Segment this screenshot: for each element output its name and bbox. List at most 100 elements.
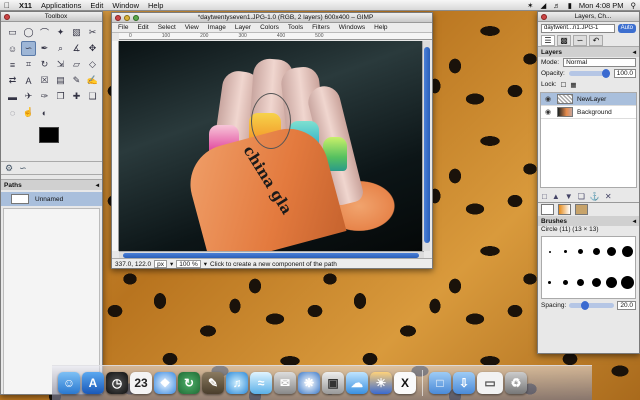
iphoto-icon[interactable]: ☀ xyxy=(370,372,392,394)
rect-select-tool-icon[interactable]: ▭ xyxy=(5,25,20,40)
foreground-color-swatch[interactable] xyxy=(39,127,59,143)
brush-preset[interactable] xyxy=(621,246,633,258)
menu-windows[interactable]: Windows xyxy=(339,24,365,31)
chevron-down-icon[interactable]: ▾ xyxy=(170,260,173,268)
safari-icon[interactable]: ❖ xyxy=(154,372,176,394)
apple-menu-icon[interactable]:  xyxy=(4,1,10,10)
menu-file[interactable]: File xyxy=(118,24,128,31)
path-row[interactable]: Unnamed xyxy=(1,192,102,206)
eraser-tool-icon[interactable]: ▬ xyxy=(5,89,20,104)
opacity-input[interactable]: 100.0 xyxy=(613,69,636,78)
panel-menu-icon[interactable]: ◂ xyxy=(633,217,636,225)
calendar-icon[interactable]: 23 xyxy=(130,372,152,394)
layer-name[interactable]: NewLayer xyxy=(577,96,606,103)
brush-preset[interactable] xyxy=(591,277,601,287)
airbrush-tool-icon[interactable]: ✈ xyxy=(21,89,36,104)
close-icon[interactable] xyxy=(541,13,547,20)
scissors-tool-icon[interactable]: ✂ xyxy=(85,25,100,40)
mail-icon[interactable]: ✉ xyxy=(274,372,296,394)
icloud-icon[interactable]: ☁ xyxy=(346,372,368,394)
menu-window[interactable]: Window xyxy=(112,1,139,10)
brush-preset[interactable] xyxy=(620,275,634,289)
preview-icon[interactable]: ▣ xyxy=(322,372,344,394)
menu-tools[interactable]: Tools xyxy=(288,24,303,31)
measure-tool-icon[interactable]: ∡ xyxy=(69,41,84,56)
delete-layer-icon[interactable]: ✕ xyxy=(605,192,612,201)
eye-icon[interactable]: ◉ xyxy=(543,95,553,103)
menu-edit[interactable]: Edit xyxy=(90,1,103,10)
tool-options-icon[interactable]: ⚙ xyxy=(5,163,13,174)
wifi-icon[interactable]: ◢ xyxy=(540,1,546,10)
free-select-tool-icon[interactable]: ⌒ xyxy=(37,25,52,40)
new-layer-icon[interactable]: □ xyxy=(542,192,547,201)
slider-knob[interactable] xyxy=(581,301,590,310)
unit-select[interactable]: px xyxy=(154,260,168,268)
path-name[interactable]: Unnamed xyxy=(35,196,63,203)
menu-app-name[interactable]: X11 xyxy=(19,1,32,10)
channels-tab-icon[interactable]: ▩ xyxy=(557,34,571,46)
color-select-tool-icon[interactable]: ▧ xyxy=(69,25,84,40)
scale-tool-icon[interactable]: ⇲ xyxy=(53,57,68,72)
brush-preset[interactable] xyxy=(606,276,618,288)
minimize-icon[interactable] xyxy=(124,14,130,21)
blur-tool-icon[interactable]: ◌ xyxy=(5,105,20,120)
vertical-scrollbar[interactable] xyxy=(422,41,430,251)
bucket-fill-tool-icon[interactable]: ☒ xyxy=(37,73,52,88)
align-tool-icon[interactable]: ≡ xyxy=(5,57,20,72)
toolbox-titlebar[interactable]: Toolbox xyxy=(1,12,102,22)
gradient-preview[interactable] xyxy=(558,204,571,215)
lock-alpha-icon[interactable]: ▦ xyxy=(570,81,576,89)
panel-menu-icon[interactable]: ◂ xyxy=(633,48,636,56)
pencil-tool-icon[interactable]: ✎ xyxy=(69,73,84,88)
gimp-icon[interactable]: ✎ xyxy=(202,372,224,394)
brush-preset[interactable] xyxy=(562,279,568,285)
spacing-input[interactable]: 20.0 xyxy=(617,301,636,310)
menu-layer[interactable]: Layer xyxy=(235,24,251,31)
paintbrush-tool-icon[interactable]: ✍ xyxy=(85,73,100,88)
layer-row[interactable]: ◉ Background xyxy=(541,106,636,119)
folder-icon[interactable]: □ xyxy=(429,372,451,394)
lower-layer-icon[interactable]: ▼ xyxy=(565,192,573,201)
x11-icon[interactable]: X xyxy=(394,372,416,394)
color-picker-tool-icon[interactable]: ✒ xyxy=(37,41,52,56)
panel-menu-icon[interactable]: ◂ xyxy=(96,181,99,189)
brush-grid[interactable] xyxy=(541,236,636,299)
menu-edit[interactable]: Edit xyxy=(137,24,148,31)
spacing-slider[interactable] xyxy=(569,301,615,310)
lock-pixels-checkbox[interactable]: ☐ xyxy=(561,81,567,89)
horizontal-ruler[interactable]: 0 100 200 300 400 500 xyxy=(119,33,432,40)
foreground-select-tool-icon[interactable]: ☺ xyxy=(5,41,20,56)
move-tool-icon[interactable]: ✥ xyxy=(85,41,100,56)
image-select[interactable]: daytwent...n1.JPG-1 xyxy=(541,23,615,33)
pattern-preview[interactable] xyxy=(575,204,588,215)
eye-icon[interactable]: ◉ xyxy=(543,108,553,116)
ink-tool-icon[interactable]: ✑ xyxy=(37,89,52,104)
brush-preset[interactable] xyxy=(548,250,551,253)
chevron-down-icon[interactable]: ▾ xyxy=(204,260,207,268)
opacity-slider[interactable] xyxy=(568,69,610,78)
mode-select[interactable]: Normal xyxy=(563,58,636,67)
spotlight-icon[interactable]: ⚲ xyxy=(631,1,637,10)
blend-tool-icon[interactable]: ▤ xyxy=(53,73,68,88)
paths-tool-icon[interactable]: ∽ xyxy=(21,41,36,56)
brush-preset[interactable] xyxy=(548,280,552,284)
close-icon[interactable] xyxy=(4,13,10,20)
zoom-select[interactable]: 100 % xyxy=(176,260,201,268)
auto-button[interactable]: Auto xyxy=(617,23,636,33)
image-canvas[interactable]: china gla xyxy=(119,41,424,251)
text-tool-icon[interactable]: A xyxy=(21,73,36,88)
finder-icon[interactable]: ☺ xyxy=(58,372,80,394)
undo-tab-icon[interactable]: ↶ xyxy=(589,34,603,46)
itunes-icon[interactable]: ♫ xyxy=(226,372,248,394)
menu-select[interactable]: Select xyxy=(158,24,176,31)
menu-view[interactable]: View xyxy=(185,24,199,31)
brush-preset[interactable] xyxy=(578,249,584,255)
zoom-tool-icon[interactable]: ⌕ xyxy=(53,41,68,56)
scroll-thumb[interactable] xyxy=(424,47,430,243)
perspective-clone-tool-icon[interactable]: ❑ xyxy=(85,89,100,104)
brush-preview[interactable] xyxy=(541,204,554,215)
slider-knob[interactable] xyxy=(601,69,610,78)
layer-name[interactable]: Background xyxy=(577,109,612,116)
smudge-tool-icon[interactable]: ☝ xyxy=(21,105,36,120)
brush-preset[interactable] xyxy=(607,247,617,257)
